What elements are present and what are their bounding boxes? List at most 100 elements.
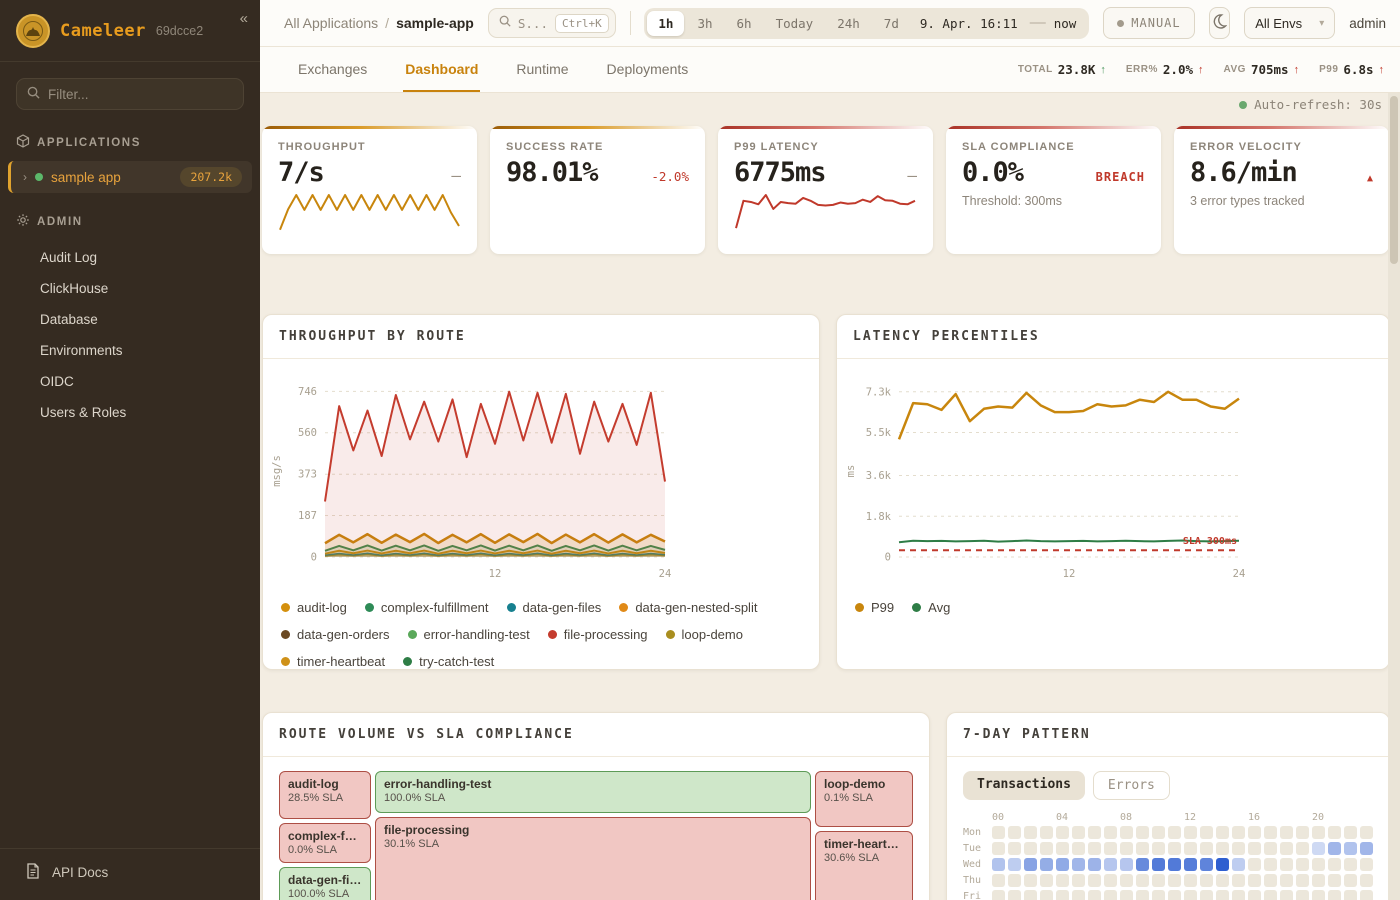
sidebar-collapse-icon[interactable]: « bbox=[240, 10, 248, 27]
up-arrow-icon: ↑ bbox=[1379, 64, 1385, 76]
treemap-box-timer-heartbeat[interactable]: timer-heartbeat30.6% SLA bbox=[815, 831, 913, 900]
heatmap-hour-label bbox=[1152, 812, 1165, 823]
sidebar-item-clickhouse[interactable]: ClickHouse bbox=[0, 273, 260, 304]
legend-item[interactable]: audit-log bbox=[281, 600, 347, 615]
svg-text:24: 24 bbox=[1233, 568, 1246, 580]
heatmap-hour-label: 20 bbox=[1312, 812, 1325, 823]
heatmap-cell bbox=[1264, 858, 1277, 871]
treemap-box-complex-fulfillment[interactable]: complex-fulfil...0.0% SLA bbox=[279, 823, 371, 863]
heatmap-cell bbox=[992, 874, 1005, 887]
time-to[interactable]: now bbox=[1050, 16, 1087, 31]
global-search-input[interactable]: S... Ctrl+K bbox=[488, 8, 616, 38]
heatmap-cell bbox=[1344, 842, 1357, 855]
heatmap-cell bbox=[1120, 890, 1133, 900]
stat-total: TOTAL23.8K↑ bbox=[1018, 62, 1106, 77]
time-range-6h[interactable]: 6h bbox=[726, 11, 763, 36]
sidebar-item-api-docs[interactable]: API Docs bbox=[0, 848, 260, 900]
treemap-box-error-handling-test[interactable]: error-handling-test100.0% SLA bbox=[375, 771, 811, 813]
heatmap-cell bbox=[1328, 858, 1341, 871]
heatmap-cell bbox=[1232, 842, 1245, 855]
kpi-value: 8.6/min bbox=[1190, 157, 1297, 188]
vertical-scrollbar[interactable] bbox=[1388, 93, 1400, 900]
sidebar-filter-input[interactable]: Filter... bbox=[16, 78, 244, 110]
heatmap-hour-label bbox=[1216, 812, 1229, 823]
tab-exchanges[interactable]: Exchanges bbox=[296, 47, 369, 92]
time-from[interactable]: 9. Apr. 16:11 bbox=[912, 16, 1026, 31]
svg-text:560: 560 bbox=[298, 427, 317, 439]
heatmap-cell bbox=[1216, 890, 1229, 900]
heatmap-hour-label bbox=[1344, 812, 1357, 823]
treemap-box-file-processing[interactable]: file-processing30.1% SLA bbox=[375, 817, 811, 900]
legend-dot bbox=[666, 630, 675, 639]
scrollbar-thumb[interactable] bbox=[1390, 96, 1398, 264]
heatmap-cell bbox=[1216, 826, 1229, 839]
dark-mode-toggle[interactable] bbox=[1209, 7, 1231, 39]
tab-dashboard[interactable]: Dashboard bbox=[403, 47, 480, 92]
toggle-transactions[interactable]: Transactions bbox=[963, 771, 1085, 800]
heatmap-cell bbox=[1104, 874, 1117, 887]
header-stats: TOTAL23.8K↑ ERR%2.0%↑ AVG705ms↑ P996.8s↑ bbox=[1018, 47, 1384, 92]
legend-item[interactable]: data-gen-files bbox=[507, 600, 602, 615]
breadcrumb-current: sample-app bbox=[396, 15, 474, 31]
heatmap-cell bbox=[1296, 826, 1309, 839]
kpi-card-p99-latency: P99 LATENCY 6775ms– bbox=[718, 126, 933, 254]
tab-deployments[interactable]: Deployments bbox=[605, 47, 691, 92]
sidebar-item-users-roles[interactable]: Users & Roles bbox=[0, 397, 260, 428]
sidebar-item-database[interactable]: Database bbox=[0, 304, 260, 335]
tabs-row: Exchanges Dashboard Runtime Deployments … bbox=[260, 47, 1400, 93]
sidebar-item-environments[interactable]: Environments bbox=[0, 335, 260, 366]
legend-item[interactable]: data-gen-orders bbox=[281, 627, 390, 642]
treemap-box-loop-demo[interactable]: loop-demo0.1% SLA bbox=[815, 771, 913, 827]
legend-item[interactable]: complex-fulfillment bbox=[365, 600, 489, 615]
legend-item[interactable]: data-gen-nested-split bbox=[619, 600, 757, 615]
manual-mode-button[interactable]: MANUAL bbox=[1103, 7, 1194, 39]
legend-item[interactable]: Avg bbox=[912, 600, 950, 615]
time-range-3h[interactable]: 3h bbox=[686, 11, 723, 36]
env-select[interactable]: All Envs ▾ bbox=[1244, 7, 1335, 39]
heatmap-toggle-group: Transactions Errors bbox=[963, 771, 1373, 800]
time-range-today[interactable]: Today bbox=[765, 11, 825, 36]
legend-item[interactable]: loop-demo bbox=[666, 627, 743, 642]
time-range-1h[interactable]: 1h bbox=[647, 11, 684, 36]
sidebar-item-sample-app[interactable]: › sample app 207.2k bbox=[8, 161, 252, 193]
treemap-box-audit-log[interactable]: audit-log28.5% SLA bbox=[279, 771, 371, 819]
chevron-down-icon: ▾ bbox=[1319, 18, 1324, 29]
user-label[interactable]: admin bbox=[1349, 16, 1386, 31]
time-range-24h[interactable]: 24h bbox=[826, 11, 871, 36]
kpi-subtext: Threshold: 300ms bbox=[962, 194, 1145, 208]
heatmap-cell bbox=[1008, 826, 1021, 839]
app-count-badge: 207.2k bbox=[180, 167, 242, 187]
legend-item[interactable]: timer-heartbeat bbox=[281, 654, 385, 669]
treemap-box-data-gen-files[interactable]: data-gen-files100.0% SLA bbox=[279, 867, 371, 900]
cube-icon bbox=[16, 134, 30, 151]
heatmap-cell bbox=[1136, 842, 1149, 855]
heatmap-cell bbox=[1024, 890, 1037, 900]
panel-title: THROUGHPUT BY ROUTE bbox=[263, 315, 819, 359]
time-range-control: 1h 3h 6h Today 24h 7d 9. Apr. 16:11 — no… bbox=[644, 8, 1089, 39]
heatmap-cell bbox=[1008, 874, 1021, 887]
heatmap-cell bbox=[1168, 874, 1181, 887]
expand-chevron-icon[interactable]: › bbox=[23, 170, 27, 184]
legend-dot bbox=[507, 603, 516, 612]
tab-runtime[interactable]: Runtime bbox=[514, 47, 570, 92]
toggle-errors[interactable]: Errors bbox=[1093, 771, 1170, 800]
heatmap-cell bbox=[1200, 842, 1213, 855]
heatmap-cell bbox=[1200, 858, 1213, 871]
heatmap-cell bbox=[1088, 842, 1101, 855]
sidebar-item-audit-log[interactable]: Audit Log bbox=[0, 242, 260, 273]
heatmap-hour-label bbox=[1104, 812, 1117, 823]
panel-7-day-pattern: 7-DAY PATTERN Transactions Errors 000408… bbox=[946, 712, 1390, 900]
legend-item[interactable]: error-handling-test bbox=[408, 627, 530, 642]
breadcrumb-all-applications[interactable]: All Applications bbox=[284, 15, 378, 31]
heatmap-row: Tue bbox=[963, 842, 1373, 855]
heatmap-cell bbox=[1344, 874, 1357, 887]
weekly-heatmap: 000408121620 MonTueWedThuFriSat bbox=[947, 812, 1389, 900]
legend-item[interactable]: try-catch-test bbox=[403, 654, 494, 669]
legend-item[interactable]: file-processing bbox=[548, 627, 648, 642]
heatmap-cell bbox=[1360, 890, 1373, 900]
heatmap-cell bbox=[1168, 826, 1181, 839]
time-range-7d[interactable]: 7d bbox=[873, 11, 910, 36]
legend-item[interactable]: P99 bbox=[855, 600, 894, 615]
heatmap-cell bbox=[1280, 842, 1293, 855]
sidebar-item-oidc[interactable]: OIDC bbox=[0, 366, 260, 397]
